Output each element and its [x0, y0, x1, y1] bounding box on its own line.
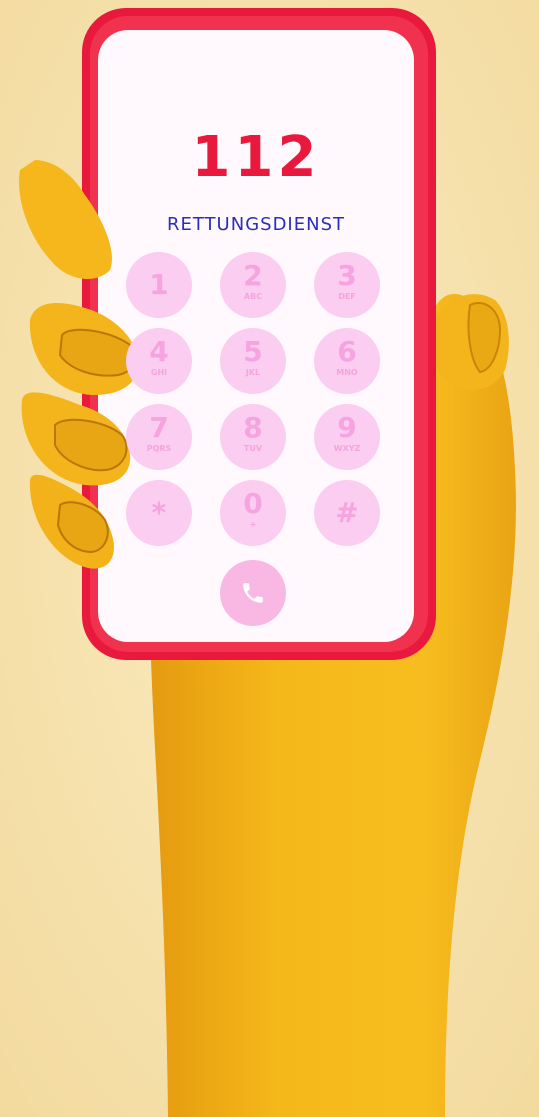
key-digit: 5	[243, 335, 263, 368]
key-letters: GHI	[150, 368, 168, 377]
key-digit: 7	[149, 411, 169, 444]
key-digit: 0	[243, 487, 263, 520]
key-digit: 6	[337, 335, 357, 368]
key-7[interactable]: 7 PQRS	[126, 404, 192, 470]
phone-icon	[243, 583, 263, 603]
key-digit: *	[151, 496, 167, 529]
key-1[interactable]: 1	[126, 252, 192, 318]
key-letters: TUV	[243, 444, 263, 453]
key-0[interactable]: 0 +	[220, 480, 286, 546]
call-button[interactable]	[220, 560, 286, 626]
key-8[interactable]: 8 TUV	[220, 404, 286, 470]
key-digit: 2	[243, 259, 263, 292]
key-6[interactable]: 6 MNO	[314, 328, 380, 394]
illustration: 112 RETTUNGSDIENST 1 2 ABC 3 DEF 4 GHI 5 JKL 6 MNO…	[0, 0, 539, 1117]
key-letters: +	[249, 520, 257, 529]
key-letters: PQRS	[146, 444, 172, 453]
key-letters: DEF	[338, 292, 356, 301]
key-letters: JKL	[245, 368, 261, 377]
key-digit: 1	[149, 268, 169, 301]
service-name: RETTUNGSDIENST	[167, 214, 345, 235]
key-letters: ABC	[243, 292, 263, 301]
key-2[interactable]: 2 ABC	[220, 252, 286, 318]
key-digit: #	[335, 496, 359, 529]
key-4[interactable]: 4 GHI	[126, 328, 192, 394]
key-letters: MNO	[336, 368, 358, 377]
key-9[interactable]: 9 WXYZ	[314, 404, 380, 470]
key-5[interactable]: 5 JKL	[220, 328, 286, 394]
key-digit: 9	[337, 411, 357, 444]
phone-screen: 112 RETTUNGSDIENST 1 2 ABC 3 DEF 4 GHI 5 JKL 6 MNO…	[98, 30, 414, 642]
key-digit: 4	[149, 335, 169, 368]
key-3[interactable]: 3 DEF	[314, 252, 380, 318]
key-star[interactable]: *	[126, 480, 192, 546]
key-digit: 3	[337, 259, 357, 292]
key-hash[interactable]: #	[314, 480, 380, 546]
dialed-number: 112	[191, 125, 321, 190]
dialer-overlay: 112 RETTUNGSDIENST 1 2 ABC 3 DEF 4 GHI 5 JKL 6 MNO…	[0, 0, 539, 1117]
key-letters: WXYZ	[333, 444, 361, 453]
key-digit: 8	[243, 411, 263, 444]
